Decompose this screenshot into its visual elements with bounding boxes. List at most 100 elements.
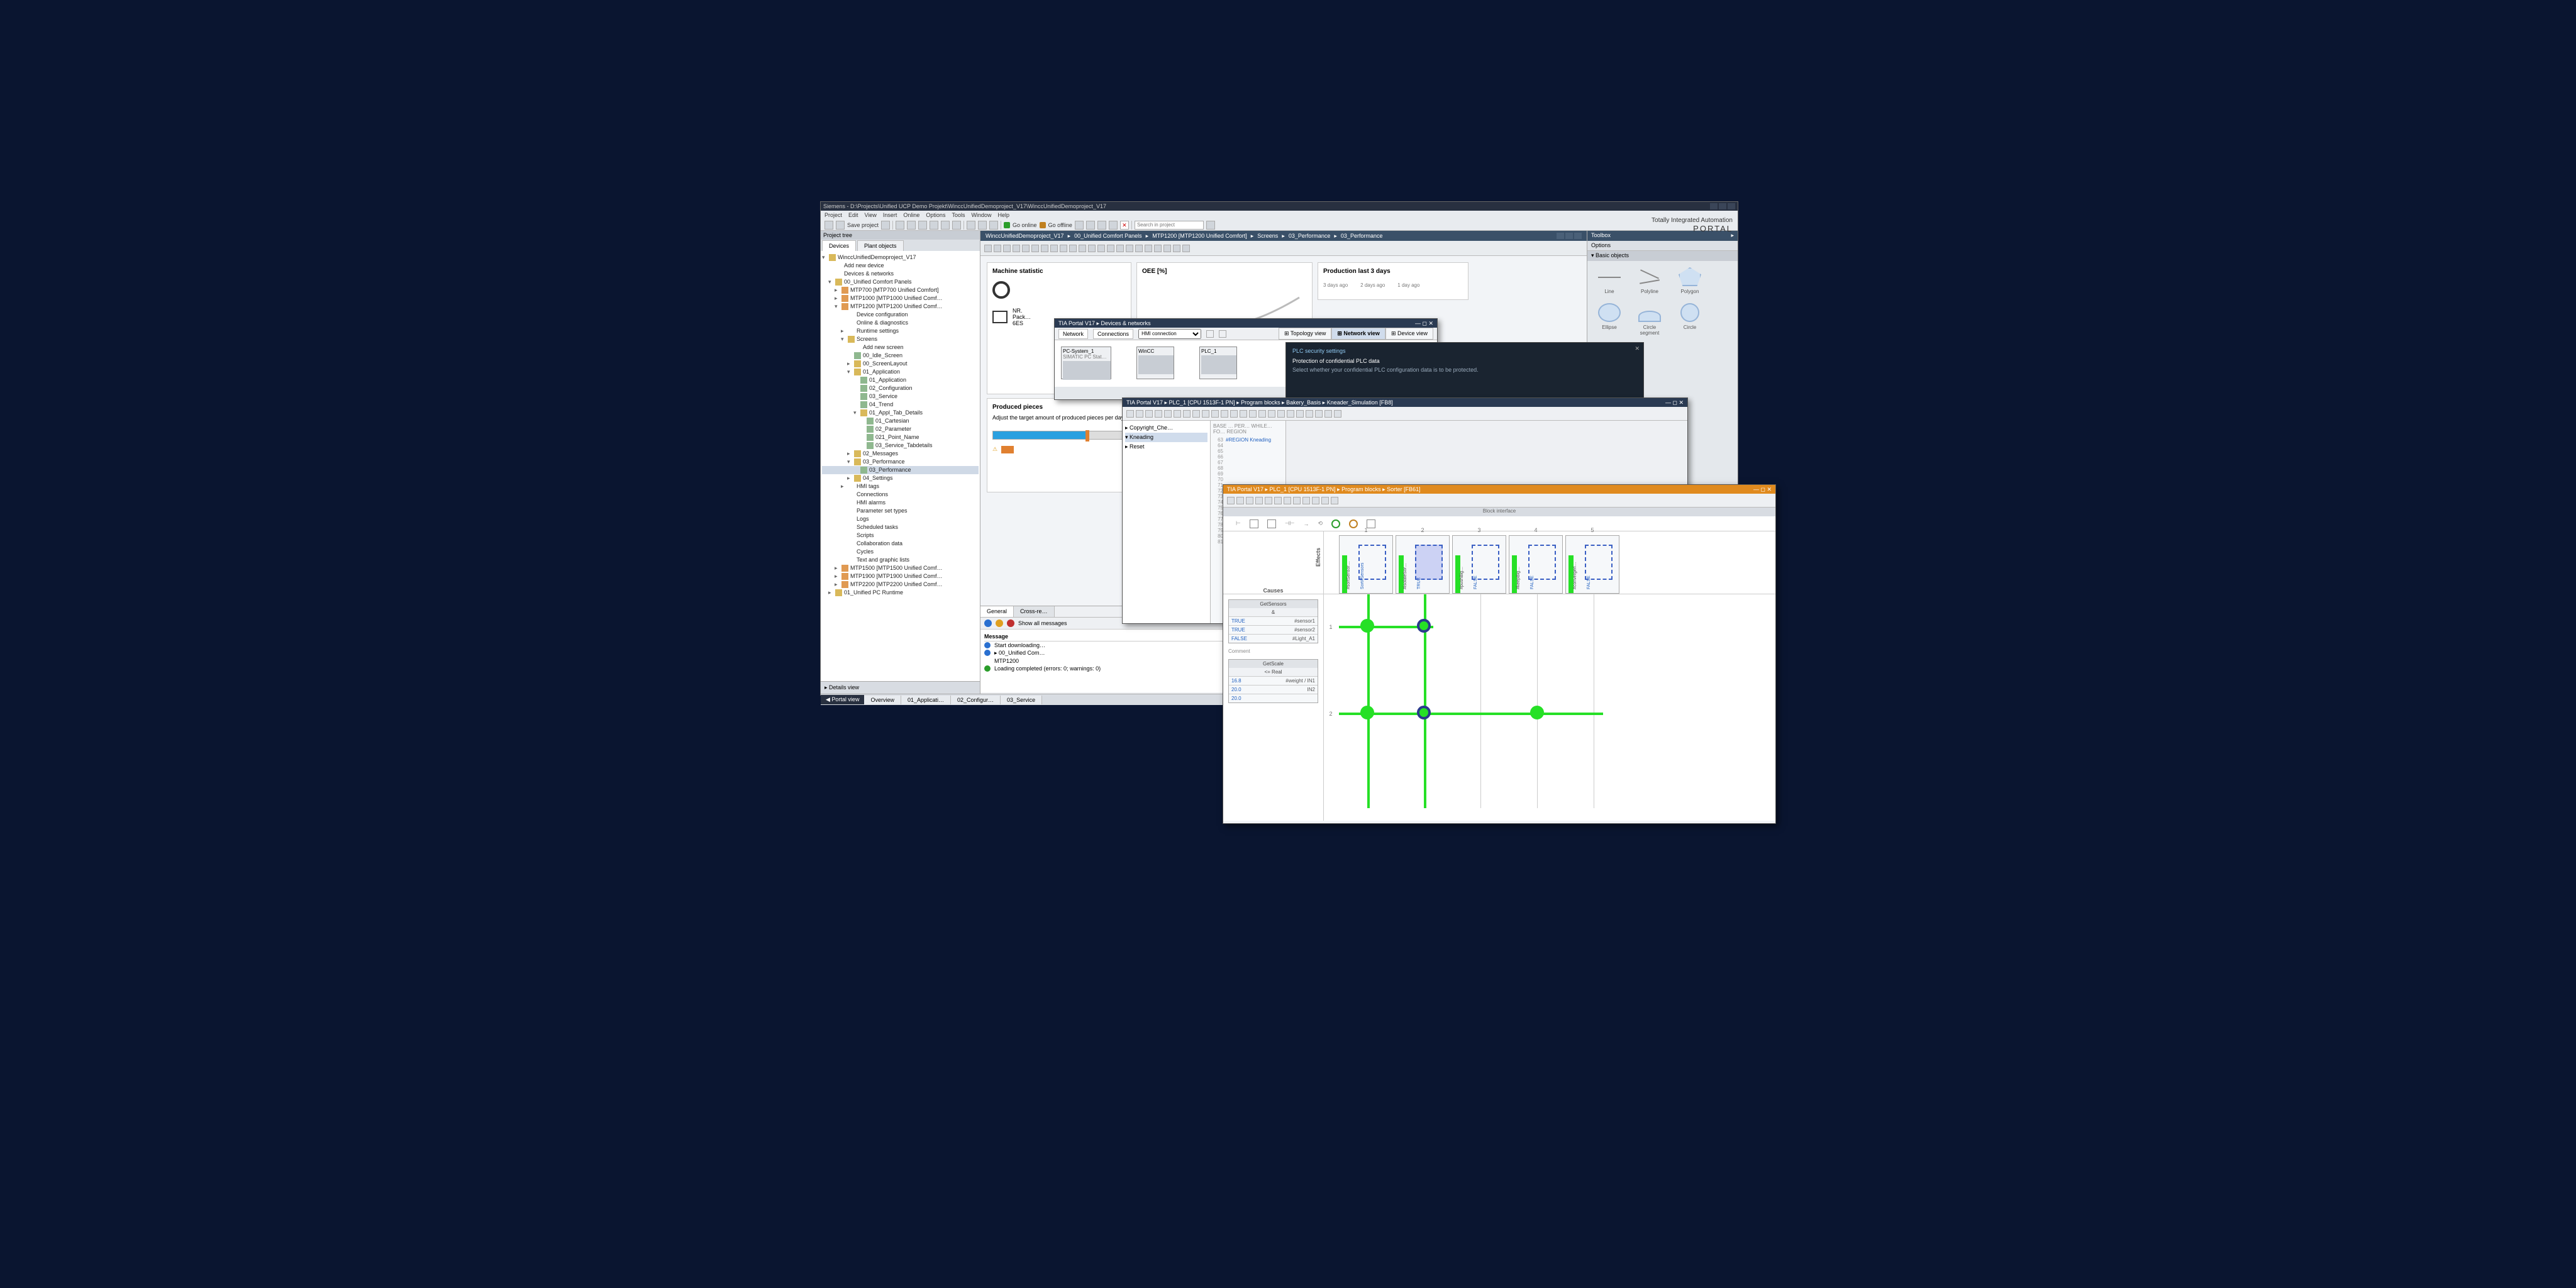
w4-icon[interactable] [1274,497,1282,504]
delete-icon[interactable] [952,221,961,230]
go-online-icon[interactable] [1004,222,1010,228]
tree-item[interactable]: ▾03_Performance [822,458,979,466]
device-pc-system[interactable]: PC-System_1 SIMATIC PC Stat… [1061,347,1111,379]
cem-node[interactable] [1417,619,1431,633]
tree-item[interactable]: ▸01_Unified PC Runtime [822,589,979,597]
w3-icon[interactable] [1258,410,1266,418]
et-icon[interactable] [1173,245,1180,252]
compile-icon[interactable] [967,221,975,230]
save-project-button[interactable]: Save project [847,222,879,228]
search-input[interactable] [1135,221,1204,230]
w4-icon[interactable] [1246,497,1253,504]
tree-item[interactable]: ▸00_ScreenLayout [822,360,979,368]
tab-plant[interactable]: Plant objects [857,240,904,251]
toolbox-collapse-icon[interactable]: ▸ [1731,232,1734,240]
tree-item[interactable]: ▸04_Settings [822,474,979,482]
w4-icon[interactable] [1255,497,1263,504]
et-icon[interactable] [1116,245,1124,252]
et-icon[interactable] [1126,245,1133,252]
menu-insert[interactable]: Insert [883,212,897,218]
device-wincc[interactable]: WinCC [1136,347,1174,379]
et-icon[interactable] [984,245,992,252]
et-icon[interactable] [1088,245,1096,252]
msg-tab-general[interactable]: General [980,606,1014,617]
tree-item[interactable]: Online & diagnostics [822,319,979,327]
w3-icon[interactable] [1211,410,1219,418]
tree-item[interactable]: ▾00_Unified Comfort Panels [822,278,979,286]
w4-icon[interactable] [1331,497,1338,504]
download-icon[interactable] [978,221,987,230]
sb-tab-01app[interactable]: 01_Applicati… [901,696,951,704]
tree-item[interactable]: ▸Runtime settings [822,327,979,335]
go-offline-icon[interactable] [1040,222,1046,228]
menu-tools[interactable]: Tools [952,212,965,218]
editor-min-icon[interactable] [1557,233,1564,239]
shape-circleseg[interactable]: Circle segment [1634,303,1665,336]
tree-item[interactable]: Scheduled tasks [822,523,979,531]
effect-box[interactable]: 4#keepBig…FALSE [1509,535,1563,594]
editor-max-icon[interactable] [1565,233,1573,239]
menu-help[interactable]: Help [997,212,1009,218]
tree-item[interactable]: 00_Idle_Screen [822,352,979,360]
tree-item[interactable]: ▾WinccUnifiedDemoproject_V17 [822,253,979,262]
menu-project[interactable]: Project [824,212,842,218]
w4-icon[interactable] [1284,497,1291,504]
lad-coil-icon[interactable] [1331,519,1340,528]
connections-button[interactable]: Connections [1093,329,1133,339]
cem-editor[interactable]: Causes GetSensors & TRUE#sensor1 TRUE#se… [1223,531,1775,821]
nav-item[interactable]: ▾ Kneading [1125,433,1208,442]
minimize-icon[interactable] [1710,203,1718,209]
w3-icon[interactable] [1136,410,1143,418]
tree-item[interactable]: ▸MTP1900 [MTP1900 Unified Comf… [822,572,979,580]
editor-close-icon[interactable] [1574,233,1582,239]
et-icon[interactable] [1003,245,1011,252]
et-icon[interactable] [1154,245,1162,252]
new-icon[interactable] [824,221,833,230]
bc-4[interactable]: 03_Performance [1289,233,1331,239]
effect-box[interactable]: 5#convergeri…FALSE [1565,535,1619,594]
w3-icon[interactable] [1334,410,1341,418]
tb-icon-b[interactable] [1086,221,1095,230]
et-icon[interactable] [1031,245,1039,252]
w3-icon[interactable] [1315,410,1323,418]
tree-item[interactable]: ▸MTP700 [MTP700 Unified Comfort] [822,286,979,294]
close-icon[interactable] [1728,203,1735,209]
cem-grid[interactable]: 1 2 [1339,594,1775,808]
toolbox-options[interactable]: Options [1587,241,1738,251]
w3-icon[interactable] [1306,410,1313,418]
et-icon[interactable] [1097,245,1105,252]
w4-icon[interactable] [1236,497,1244,504]
nav-item[interactable]: ▸ Copyright_Che… [1125,423,1208,433]
warn-icon[interactable] [996,619,1003,627]
go-offline-button[interactable]: Go offline [1048,222,1072,228]
et-icon[interactable] [1079,245,1086,252]
tb-icon-c[interactable] [1097,221,1106,230]
bc-5[interactable]: 03_Performance [1341,233,1383,239]
win2-tb-icon[interactable] [1206,330,1214,338]
et-icon[interactable] [1013,245,1020,252]
tree-item[interactable]: ▸MTP1500 [MTP1500 Unified Comf… [822,564,979,572]
w3-icon[interactable] [1277,410,1285,418]
portal-view-button[interactable]: ◀ Portal view [821,695,864,704]
info-icon[interactable] [984,619,992,627]
card-produced-pieces[interactable]: Produced pieces Adjust the target amount… [987,398,1131,492]
tb-icon-a[interactable] [1075,221,1084,230]
tab-devices[interactable]: Devices [822,240,856,251]
w3-icon[interactable] [1192,410,1200,418]
cut-icon[interactable] [896,221,904,230]
w3-icon[interactable] [1230,410,1238,418]
connection-type-select[interactable]: HMI connection [1138,329,1201,339]
w3-icon[interactable] [1164,410,1172,418]
msg-tab-crossref[interactable]: Cross-re… [1014,606,1055,617]
w3-icon[interactable] [1324,410,1332,418]
tree-item[interactable]: Cycles [822,548,979,556]
effect-box[interactable]: 2#isolateSor…TRUE [1396,535,1450,594]
et-icon[interactable] [1022,245,1030,252]
redo-icon[interactable] [941,221,950,230]
et-icon[interactable] [1135,245,1143,252]
menu-edit[interactable]: Edit [848,212,858,218]
menu-window[interactable]: Window [971,212,991,218]
tree-item[interactable]: 02_Parameter [822,425,979,433]
tree-item[interactable]: 03_Performance [822,466,979,474]
lad-contact-icon[interactable] [1267,519,1276,528]
